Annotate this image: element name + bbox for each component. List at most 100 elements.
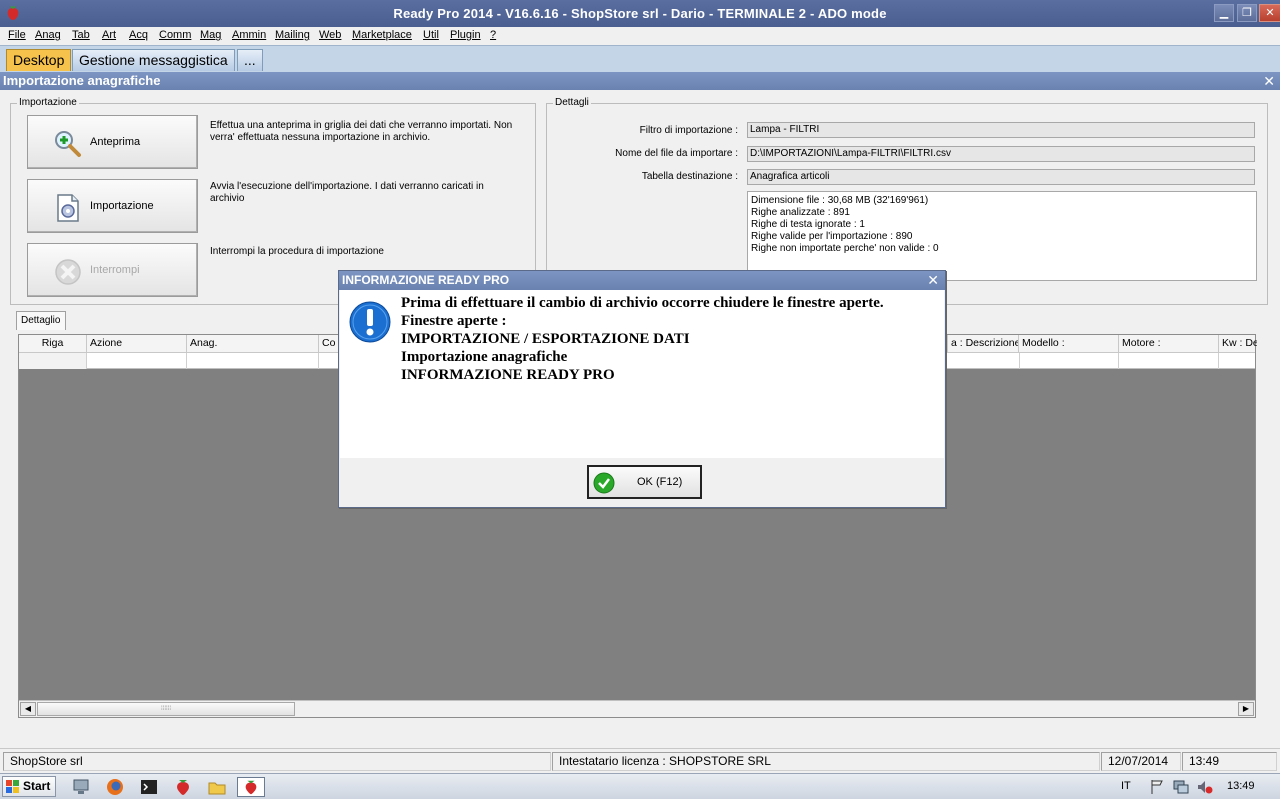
table-field: Anagrafica articoli — [747, 169, 1255, 185]
menu-anag[interactable]: Anag — [35, 29, 61, 41]
taskbar-clock: 13:49 — [1227, 780, 1255, 792]
col-motore[interactable]: Motore : — [1119, 335, 1219, 353]
menu-web[interactable]: Web — [319, 29, 341, 41]
tab-dettaglio[interactable]: Dettaglio — [16, 311, 66, 330]
grid-cell — [187, 353, 319, 369]
filter-label: Filtro di importazione : — [639, 125, 738, 136]
menu-help[interactable]: ? — [490, 29, 496, 41]
subwindow-header: Importazione anagrafiche ✕ — [0, 72, 1280, 90]
network-computer-icon[interactable] — [70, 777, 92, 797]
magnifier-plus-icon — [55, 131, 81, 157]
scroll-right-icon[interactable]: ▶ — [1238, 702, 1254, 716]
details-group-legend: Dettagli — [553, 97, 591, 108]
col-riga[interactable]: Riga — [19, 335, 87, 353]
check-icon — [593, 472, 615, 494]
window-title: Ready Pro 2014 - V16.6.16 - ShopStore sr… — [393, 6, 887, 21]
info-line: Righe valide per l'importazione : 890 — [751, 231, 913, 242]
info-line: Righe non importate perche' non valide :… — [751, 243, 939, 254]
anteprima-label: Anteprima — [90, 136, 141, 148]
strawberry-active-icon[interactable] — [237, 777, 265, 797]
menu-util[interactable]: Util — [423, 29, 439, 41]
col-azione[interactable]: Azione — [87, 335, 187, 353]
menu-tab[interactable]: Tab — [72, 29, 90, 41]
col-modello[interactable]: Modello : — [1019, 335, 1119, 353]
dialog-title: INFORMAZIONE READY PRO — [342, 273, 510, 287]
file-field: D:\IMPORTAZIONI\Lampa-FILTRI\FILTRI.csv — [747, 146, 1255, 162]
status-license: Intestatario licenza : SHOPSTORE SRL — [552, 752, 1100, 771]
importazione-button[interactable]: Importazione — [27, 179, 198, 233]
info-dialog: INFORMAZIONE READY PRO ✕ Prima di effett… — [338, 270, 946, 508]
start-button[interactable]: Start — [2, 776, 56, 797]
menu-comm[interactable]: Comm — [159, 29, 191, 41]
folder-icon[interactable] — [206, 777, 228, 797]
status-time: 13:49 — [1182, 752, 1277, 771]
volume-muted-icon[interactable] — [1196, 777, 1214, 797]
dialog-list-item: Importazione anagrafiche — [401, 349, 568, 365]
file-label: Nome del file da importare : — [615, 148, 738, 159]
import-info-box: Dimensione file : 30,68 MB (32'169'961) … — [747, 191, 1257, 281]
dialog-message: Prima di effettuare il cambio di archivi… — [401, 294, 931, 384]
network-tray-icon[interactable] — [1172, 777, 1190, 797]
dialog-list-item: INFORMAZIONE READY PRO — [401, 367, 615, 383]
anteprima-description: Effettua una anteprima in griglia dei da… — [210, 120, 513, 143]
dialog-list-item: IMPORTAZIONE / ESPORTAZIONE DATI — [401, 331, 690, 347]
start-label: Start — [23, 779, 51, 793]
scroll-thumb[interactable]: ⁞⁞⁞⁞⁞⁞ — [37, 702, 295, 716]
menu-file[interactable]: File — [8, 29, 26, 41]
interrompi-label: Interrompi — [90, 264, 140, 276]
title-bar: Ready Pro 2014 - V16.6.16 - ShopStore sr… — [0, 0, 1280, 27]
dialog-list-title: Finestre aperte : — [401, 313, 507, 329]
language-indicator[interactable]: IT — [1121, 780, 1131, 792]
info-line: Righe di testa ignorate : 1 — [751, 219, 865, 230]
dialog-close-icon[interactable]: ✕ — [927, 271, 939, 290]
strawberry-icon[interactable] — [172, 777, 194, 797]
stop-x-icon — [55, 259, 81, 285]
interrompi-description: Interrompi la procedura di importazione — [210, 246, 384, 257]
close-button[interactable]: ✕ — [1259, 4, 1280, 22]
dialog-message-text: Prima di effettuare il cambio di archivi… — [401, 295, 884, 311]
menu-marketplace[interactable]: Marketplace — [352, 29, 412, 41]
horizontal-scrollbar[interactable]: ◀ ⁞⁞⁞⁞⁞⁞ ▶ — [19, 700, 1255, 717]
scroll-left-icon[interactable]: ◀ — [20, 702, 36, 716]
subwindow-close-icon[interactable]: ✕ — [1263, 72, 1275, 90]
menu-bar: File Anag Tab Art Acq Comm Mag Ammin Mai… — [0, 27, 1280, 45]
grid-cell — [1119, 353, 1219, 369]
flag-icon[interactable] — [1148, 777, 1166, 797]
dialog-header: INFORMAZIONE READY PRO ✕ — [339, 271, 945, 290]
tab-gestione-messaggistica[interactable]: Gestione messaggistica — [72, 49, 235, 71]
menu-acq[interactable]: Acq — [129, 29, 148, 41]
taskbar: Start IT 13:49 — [0, 773, 1280, 799]
row-header-cell — [19, 353, 87, 369]
col-descrizione[interactable]: a : Descrizione — [947, 335, 1019, 353]
menu-mag[interactable]: Mag — [200, 29, 221, 41]
tab-more[interactable]: ... — [237, 49, 263, 71]
col-kw[interactable]: Kw : De — [1219, 335, 1257, 353]
windows-logo-icon — [6, 780, 19, 793]
menu-art[interactable]: Art — [102, 29, 116, 41]
terminal-icon[interactable] — [138, 777, 160, 797]
col-anag[interactable]: Anag. — [187, 335, 319, 353]
grid-cell — [87, 353, 187, 369]
info-line: Dimensione file : 30,68 MB (32'169'961) — [751, 195, 929, 206]
menu-mailing[interactable]: Mailing — [275, 29, 310, 41]
menu-plugin[interactable]: Plugin — [450, 29, 481, 41]
importazione-label: Importazione — [90, 200, 154, 212]
firefox-icon[interactable] — [104, 777, 126, 797]
filter-field: Lampa - FILTRI — [747, 122, 1255, 138]
interrompi-button[interactable]: Interrompi — [27, 243, 198, 297]
minimize-button[interactable]: ▁ — [1214, 4, 1234, 22]
ok-button[interactable]: OK (F12) — [587, 465, 702, 499]
restore-button[interactable]: ❐ — [1237, 4, 1257, 22]
subwindow-title: Importazione anagrafiche — [3, 73, 161, 88]
tab-strip: Desktop Gestione messaggistica ... — [0, 45, 1280, 72]
ok-label: OK (F12) — [637, 476, 683, 488]
info-line: Righe analizzate : 891 — [751, 207, 850, 218]
anteprima-button[interactable]: Anteprima — [27, 115, 198, 169]
menu-ammin[interactable]: Ammin — [232, 29, 266, 41]
document-gear-icon — [57, 194, 79, 222]
status-bar: ShopStore srl Intestatario licenza : SHO… — [0, 748, 1280, 772]
dialog-body: Prima di effettuare il cambio di archivi… — [340, 290, 944, 458]
tab-desktop[interactable]: Desktop — [6, 49, 72, 71]
info-exclamation-icon — [349, 301, 391, 343]
status-company: ShopStore srl — [3, 752, 551, 771]
